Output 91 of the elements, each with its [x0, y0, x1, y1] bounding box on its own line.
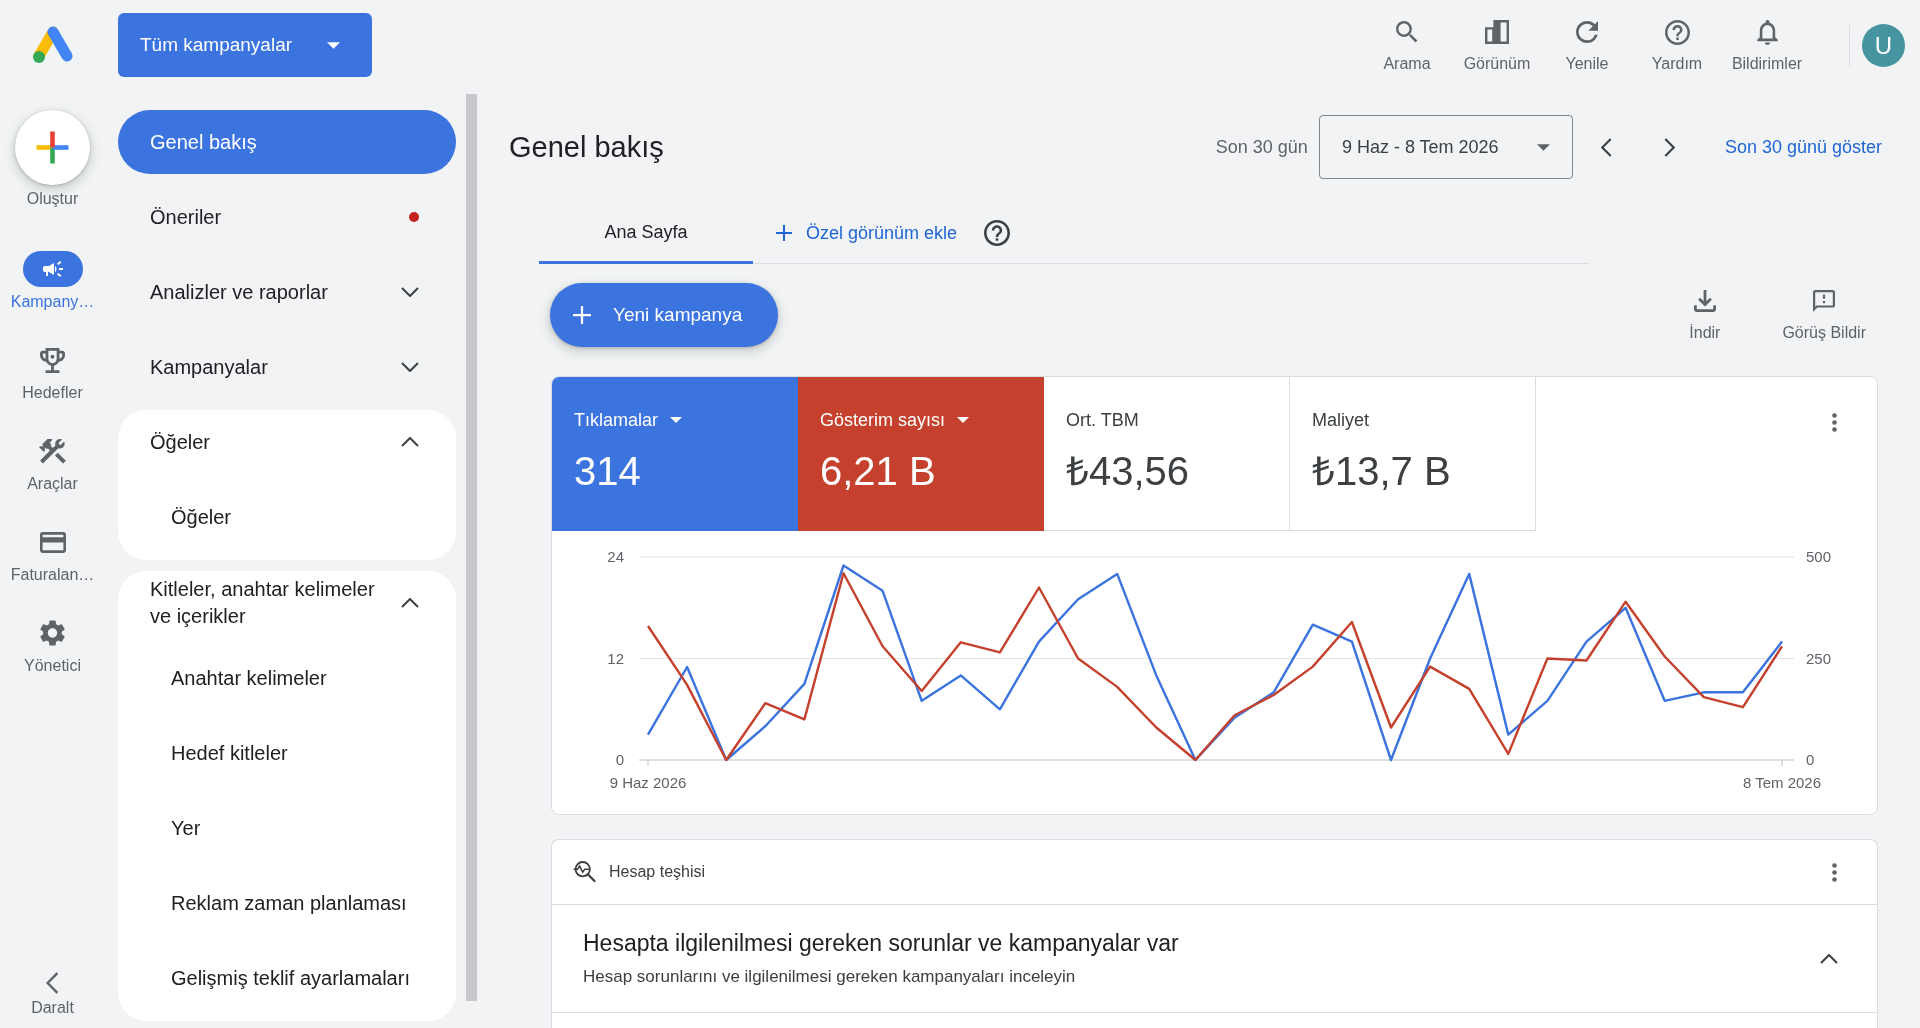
nav-rail-item[interactable]: Faturalan… [10, 524, 95, 584]
nav-item[interactable]: Reklam zaman planlaması [118, 871, 456, 935]
axis-label: 9 Haz 2026 [609, 774, 687, 791]
metric-label: Gösterim sayısı [820, 409, 946, 431]
refresh-button[interactable]: Yenile [1546, 0, 1628, 73]
nav-item[interactable]: Öneriler [118, 185, 456, 249]
axis-label: 0 [1806, 751, 1815, 768]
chevron-right-icon[interactable] [1663, 137, 1675, 157]
axis-label: 250 [1806, 649, 1832, 667]
metric-tile[interactable]: Tıklamalar 314 [552, 377, 798, 531]
search-icon [1396, 21, 1418, 43]
download-icon [1693, 290, 1716, 312]
axis-label: 8 Tem 2026 [1742, 774, 1822, 791]
nav-rail-item[interactable]: Araçlar [27, 433, 78, 493]
metric-value: 314 [574, 448, 642, 495]
caret-icon [670, 417, 682, 423]
chevron-down-icon[interactable] [401, 362, 419, 372]
help-button[interactable]: Yardım [1636, 0, 1718, 73]
chevron-up-icon[interactable] [401, 437, 419, 447]
nav-item[interactable]: Hedef kitleler [118, 721, 456, 785]
nav-rail-item[interactable]: Yönetici [24, 615, 81, 675]
plus-icon [573, 306, 591, 324]
nav-item[interactable]: Gelişmiş teklif ayarlamaları [118, 946, 456, 1010]
date-range-dropdown[interactable]: 9 Haz - 8 Tem 2026 [1318, 115, 1573, 179]
logo [32, 26, 73, 64]
metric-tile[interactable]: Gösterim sayısı 6,21 B [798, 377, 1044, 531]
metric-value: 6,21 B [820, 448, 937, 495]
refresh-icon [1576, 21, 1598, 43]
date-preset-label: Son 30 gün [1215, 136, 1308, 158]
credit-card-icon [39, 531, 66, 553]
nav-item[interactable]: Öğeler [118, 485, 456, 549]
nav-item[interactable]: Anahtar kelimeler [118, 646, 456, 710]
nav-rail-item[interactable]: Kampany… [10, 251, 95, 311]
search-button[interactable]: Arama [1366, 0, 1448, 73]
tab[interactable]: Ana Sayfa [539, 203, 753, 264]
notifications-button[interactable]: Bildirimler [1726, 0, 1808, 73]
account-avatar[interactable]: U [1862, 24, 1905, 67]
metric-tile[interactable]: Ort. TBM ₺43,56 [1044, 377, 1290, 531]
view-button[interactable]: Görünüm [1456, 0, 1538, 73]
axis-label: 24 [607, 548, 624, 565]
bell-icon [1756, 19, 1778, 45]
collapse-button[interactable]: Daralt [31, 972, 74, 1017]
caret-icon [1536, 143, 1550, 151]
nav-item[interactable]: Kitleler, anahtar kelimeler ve içerikler [118, 571, 456, 635]
nav-item[interactable]: Analizler ve raporlar [118, 260, 456, 324]
scrollbar-thumb[interactable] [466, 94, 477, 1001]
download-button[interactable]: İndir [1689, 283, 1721, 342]
axis-label: 0 [615, 751, 624, 768]
help-icon[interactable] [984, 220, 1011, 246]
tools-icon [39, 438, 66, 464]
nav-item[interactable]: Kampanyalar [118, 335, 456, 399]
axis-label: 500 [1806, 548, 1832, 565]
nav-rail-item[interactable]: Hedefler [22, 342, 83, 402]
nav-item[interactable]: Genel bakış [118, 110, 456, 174]
metric-label: Maliyet [1312, 409, 1369, 431]
caret-icon [327, 41, 340, 49]
metric-label: Tıklamalar [574, 409, 658, 431]
caret-icon [957, 417, 970, 423]
chevron-up-icon[interactable] [1820, 953, 1838, 964]
chevron-up-icon[interactable] [401, 598, 419, 608]
bar-chart-icon [1485, 20, 1509, 44]
metric-value: ₺43,56 [1066, 448, 1191, 495]
add-view-button[interactable]: Özel görünüm ekle [776, 222, 958, 244]
gear-icon [40, 620, 65, 646]
nav-item[interactable]: Öğeler [118, 410, 456, 474]
magnifier-pulse-icon [573, 861, 596, 883]
metric-value: ₺13,7 B [1312, 448, 1452, 495]
megaphone-icon [22, 251, 83, 287]
more-icon[interactable] [1832, 413, 1837, 432]
create-button[interactable]: Oluştur [15, 110, 90, 208]
plus-icon [15, 110, 90, 185]
plus-icon [776, 225, 792, 241]
help-icon [1664, 19, 1690, 45]
speech-bubble-icon [1813, 290, 1836, 312]
campaign-scope-dropdown[interactable]: Tüm kampanyalar [118, 13, 372, 77]
issue-description: Hesap sorunlarını ve ilgilenilmesi gereken kampanyaları inceleyin [583, 966, 1077, 988]
chevron-left-icon [46, 972, 59, 994]
show-last-30-days-link[interactable]: Son 30 günü göster [1724, 136, 1882, 158]
chevron-down-icon[interactable] [401, 287, 419, 297]
page-title: Genel bakış [509, 130, 664, 164]
metric-label: Ort. TBM [1066, 409, 1139, 431]
panel-title: Hesap teşhisi [609, 863, 706, 881]
more-icon[interactable] [1832, 862, 1837, 882]
metric-tile[interactable]: Maliyet ₺13,7 B [1290, 377, 1536, 531]
feedback-button[interactable]: Görüş Bildir [1782, 283, 1866, 342]
chevron-left-icon[interactable] [1600, 137, 1612, 157]
nav-item[interactable]: Yer [118, 796, 456, 860]
trophy-icon [40, 347, 65, 373]
axis-label: 12 [607, 649, 624, 667]
issue-title: Hesapta ilgilenilmesi gereken sorunlar ve kampanyalar var [583, 929, 1179, 957]
new-campaign-button[interactable]: Yeni kampanya [550, 283, 778, 347]
